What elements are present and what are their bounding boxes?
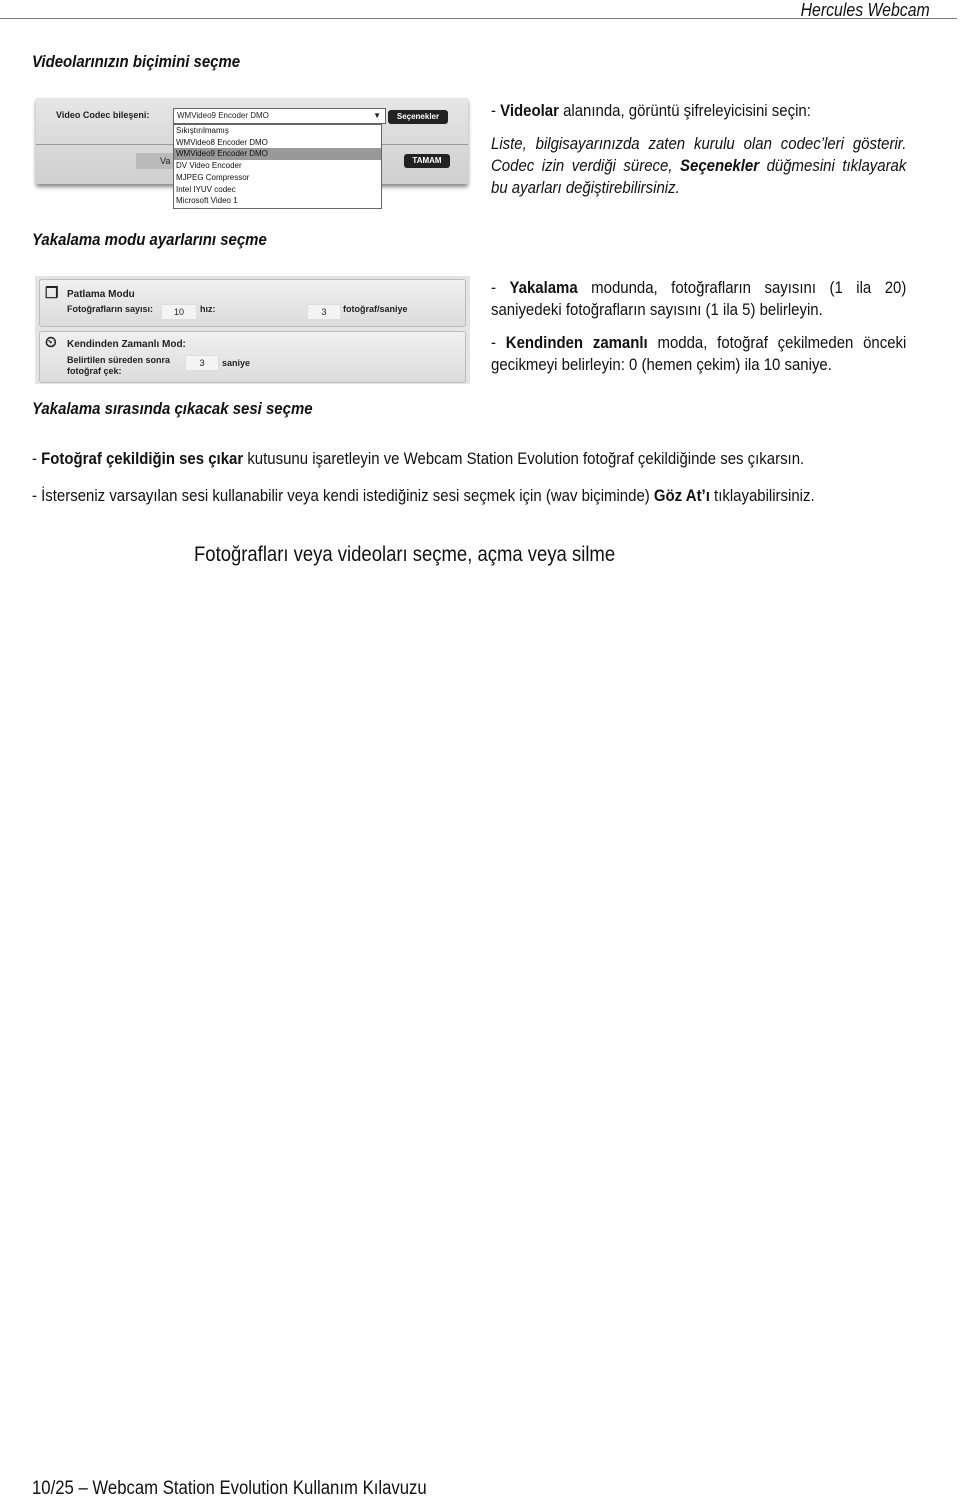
paragraph: - Videolar alanında, görüntü şifreleyici…: [491, 101, 811, 120]
burst-icon: ❐: [45, 285, 59, 302]
codec-option[interactable]: MJPEG Compressor: [174, 172, 381, 184]
capture-mode-screenshot: ❐ Patlama Modu Fotoğrafların sayısı: 10 …: [35, 276, 470, 384]
speed-unit: fotoğraf/saniye: [343, 304, 408, 314]
paragraph: - Fotoğraf çekildiğin ses çıkar kutusunu…: [32, 449, 805, 468]
timer-unit: saniye: [222, 358, 251, 368]
codec-option-selected[interactable]: WMVideo9 Encoder DMO: [174, 148, 381, 161]
speed-input[interactable]: 3: [307, 304, 341, 320]
codec-option[interactable]: DV Video Encoder: [174, 160, 381, 172]
paragraph: Liste, bilgisayarınızda zaten kurulu ola…: [491, 134, 907, 197]
codec-dropdown-list: Sıkıştırılmamış WMVideo8 Encoder DMO WMV…: [173, 124, 382, 209]
timer-icon: ⏲: [45, 334, 57, 351]
paragraph: - İsterseniz varsayılan sesi kullanabili…: [32, 486, 815, 505]
options-button[interactable]: Seçenekler: [388, 110, 448, 124]
speed-label: hız:: [200, 304, 216, 314]
count-label: Fotoğrafların sayısı:: [67, 304, 154, 314]
document-page: Hercules Webcam Videolarınızın biçimini …: [0, 0, 960, 1499]
paragraph: - Kendinden zamanlı modda, fotoğraf çeki…: [491, 333, 907, 374]
timer-title: Kendinden Zamanlı Mod:: [67, 339, 186, 350]
codec-label: Video Codec bileşeni:: [56, 110, 150, 120]
timer-label: fotoğraf çek:: [67, 366, 122, 376]
burst-title: Patlama Modu: [67, 289, 135, 300]
header-divider: [0, 18, 957, 19]
codec-option[interactable]: Sıkıştırılmamış: [174, 125, 381, 137]
burst-mode-panel: ❐ Patlama Modu Fotoğrafların sayısı: 10 …: [39, 279, 466, 327]
timer-input[interactable]: 3: [185, 355, 219, 371]
page-footer: 10/25 – Webcam Station Evolution Kullanı…: [32, 1478, 427, 1499]
codec-option[interactable]: Microsoft Video 1: [174, 195, 381, 207]
section-heading: Yakalama sırasında çıkacak sesi seçme: [32, 399, 313, 418]
codec-option[interactable]: WMVideo8 Encoder DMO: [174, 137, 381, 149]
paragraph: - Yakalama modunda, fotoğrafların sayısı…: [491, 278, 907, 319]
section-heading: Yakalama modu ayarlarını seçme: [32, 230, 267, 249]
codec-option[interactable]: Intel IYUV codec: [174, 184, 381, 196]
section-heading: Videolarınızın biçimini seçme: [32, 52, 241, 71]
subtitle: Fotoğrafları veya videoları seçme, açma …: [194, 543, 616, 566]
ok-button[interactable]: TAMAM: [404, 154, 450, 168]
timer-label: Belirtilen süreden sonra: [67, 355, 171, 365]
timer-mode-panel: ⏲ Kendinden Zamanlı Mod: Belirtilen süre…: [39, 331, 466, 383]
count-input[interactable]: 10: [161, 304, 197, 320]
codec-select[interactable]: WMVideo9 Encoder DMO ▼: [173, 108, 386, 124]
chevron-down-icon: ▼: [373, 111, 381, 120]
codec-selected: WMVideo9 Encoder DMO: [177, 111, 269, 120]
